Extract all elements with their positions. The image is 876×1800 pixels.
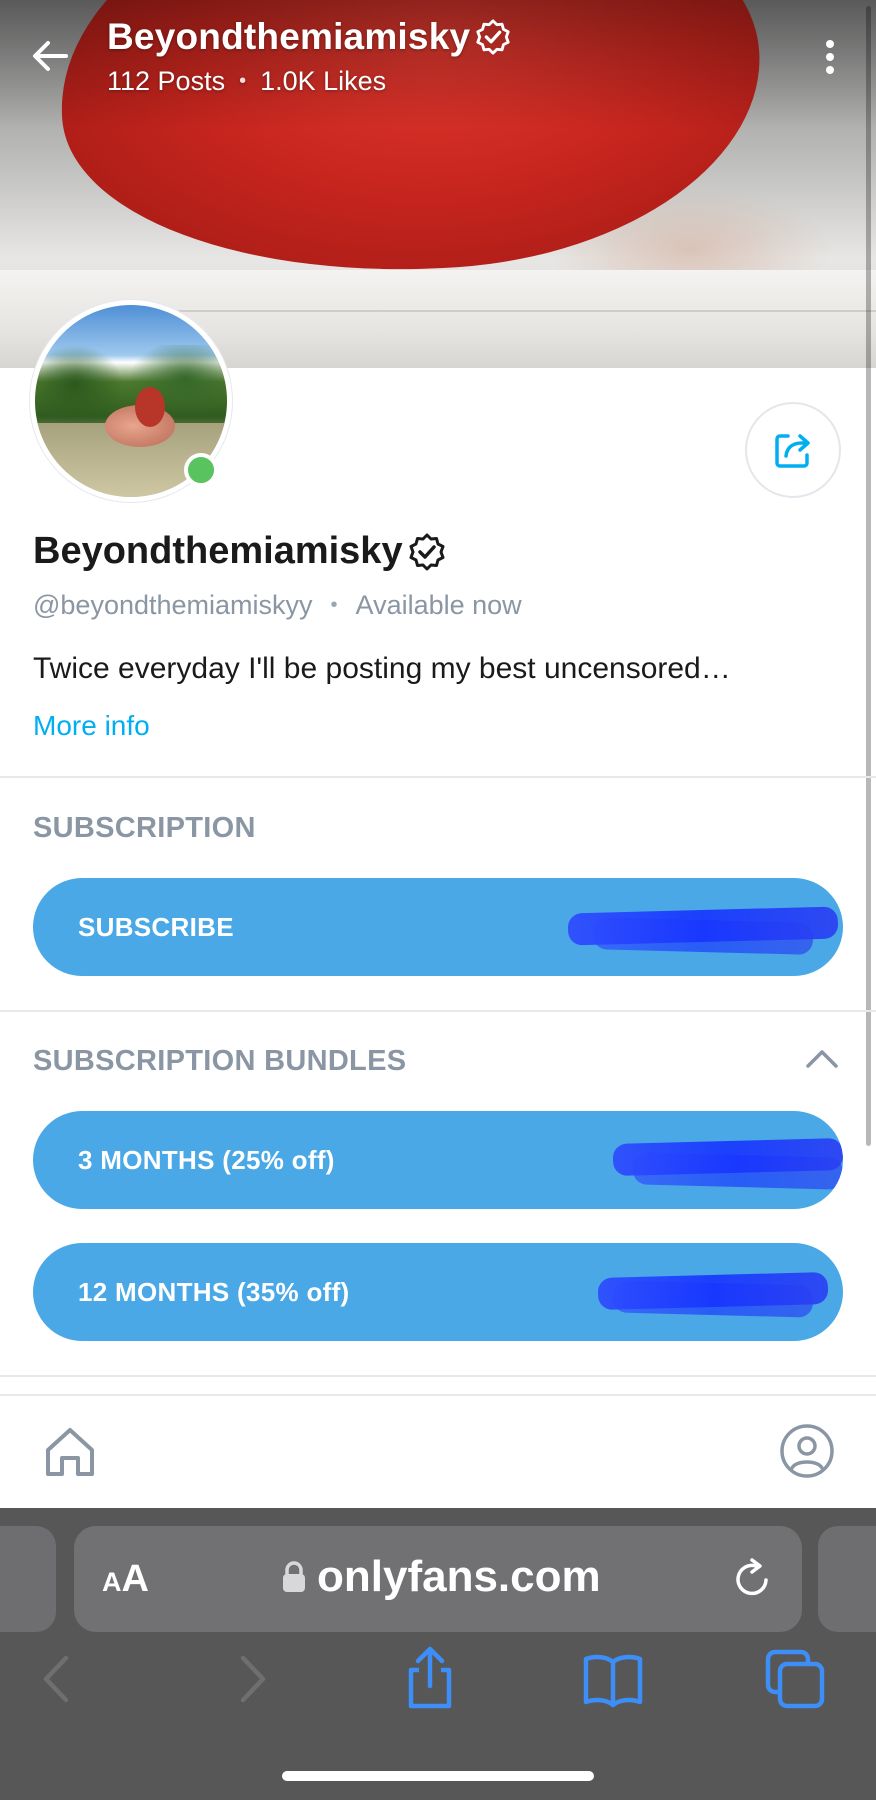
- aa-small: A: [102, 1567, 122, 1597]
- home-indicator[interactable]: [282, 1771, 594, 1781]
- nav-profile-button[interactable]: [778, 1422, 836, 1480]
- browser-chrome: AA onlyfans.com: [0, 1508, 876, 1800]
- next-tab-preview[interactable]: [818, 1526, 876, 1632]
- availability-status: Available now: [355, 590, 522, 620]
- bookmarks-button[interactable]: [578, 1644, 648, 1714]
- reader-text-size-button[interactable]: AA: [102, 1558, 149, 1601]
- divider: [0, 1375, 876, 1377]
- arrow-left-icon: [33, 41, 68, 71]
- header-title: Beyondthemiamisky: [107, 16, 512, 58]
- top-bar: Beyondthemiamisky 112 Posts • 1.0K Likes: [0, 0, 876, 110]
- divider: [0, 1010, 876, 1012]
- share-profile-button[interactable]: [745, 402, 841, 498]
- share-icon: [775, 434, 810, 468]
- header-name: Beyondthemiamisky: [107, 16, 471, 57]
- profile-icon: [780, 1424, 834, 1478]
- previous-tab-preview[interactable]: [0, 1526, 56, 1632]
- likes-count: 1.0K Likes: [260, 66, 387, 96]
- bundle-label: 3 MONTHS (25% off): [78, 1144, 335, 1175]
- bundles-toggle[interactable]: [802, 1044, 842, 1074]
- reload-icon: [736, 1558, 768, 1596]
- share-up-icon: [408, 1646, 452, 1709]
- lock-icon: [283, 1561, 305, 1592]
- divider: [0, 776, 876, 778]
- home-icon: [46, 1428, 94, 1476]
- kebab-menu-icon: [826, 40, 834, 74]
- page-scrollbar[interactable]: [866, 6, 871, 1146]
- browser-forward-button[interactable]: [215, 1644, 285, 1714]
- posts-count[interactable]: 112 Posts: [107, 66, 225, 97]
- more-info-link[interactable]: More info: [33, 710, 150, 742]
- more-options-button[interactable]: [818, 36, 842, 80]
- chevron-up-icon: [806, 1050, 838, 1068]
- subscribe-button[interactable]: SUBSCRIBE: [33, 878, 843, 976]
- back-button[interactable]: [28, 34, 72, 78]
- online-status-dot: [184, 453, 218, 487]
- redaction-mark: [592, 917, 814, 955]
- chevron-right-icon: [240, 1655, 266, 1703]
- subscribe-label: SUBSCRIBE: [78, 911, 234, 942]
- stats-separator: •: [239, 70, 247, 92]
- cover-couch-seam: [120, 310, 876, 312]
- browser-share-button[interactable]: [395, 1644, 465, 1714]
- nav-home-button[interactable]: [40, 1422, 100, 1482]
- verified-badge-icon: [476, 19, 510, 55]
- handle-separator: •: [330, 594, 338, 616]
- book-icon: [583, 1654, 643, 1708]
- bundles-title: SUBSCRIPTION BUNDLES: [33, 1045, 407, 1077]
- tabs-icon: [765, 1649, 825, 1709]
- subscription-title: SUBSCRIPTION: [33, 812, 256, 844]
- profile-handle: @beyondthemiamiskyy: [33, 590, 313, 620]
- header-stats: 112 Posts • 1.0K Likes: [107, 66, 386, 97]
- bundle-3-months-button[interactable]: 3 MONTHS (25% off): [33, 1111, 843, 1209]
- chevron-left-icon: [43, 1655, 69, 1703]
- redaction-mark: [612, 1280, 814, 1318]
- redaction-mark: [632, 1152, 843, 1190]
- avatar-hair: [135, 387, 165, 427]
- reload-button[interactable]: [730, 1556, 776, 1602]
- app-bottom-nav: [0, 1394, 876, 1510]
- bundle-label: 12 MONTHS (35% off): [78, 1276, 350, 1307]
- profile-name: Beyondthemiamisky: [33, 530, 447, 573]
- url-text: onlyfans.com: [317, 1552, 601, 1601]
- bundle-12-months-button[interactable]: 12 MONTHS (35% off): [33, 1243, 843, 1341]
- aa-large: A: [121, 1558, 149, 1600]
- tabs-button[interactable]: [760, 1644, 830, 1714]
- profile-handle-row: @beyondthemiamiskyy • Available now: [33, 590, 522, 621]
- profile-name-text: Beyondthemiamisky: [33, 530, 403, 572]
- address-bar[interactable]: AA onlyfans.com: [74, 1526, 802, 1632]
- verified-badge-icon: [409, 533, 445, 570]
- profile-bio: Twice everyday I'll be posting my best u…: [33, 652, 731, 685]
- url-display[interactable]: onlyfans.com: [281, 1552, 601, 1602]
- browser-back-button[interactable]: [24, 1644, 94, 1714]
